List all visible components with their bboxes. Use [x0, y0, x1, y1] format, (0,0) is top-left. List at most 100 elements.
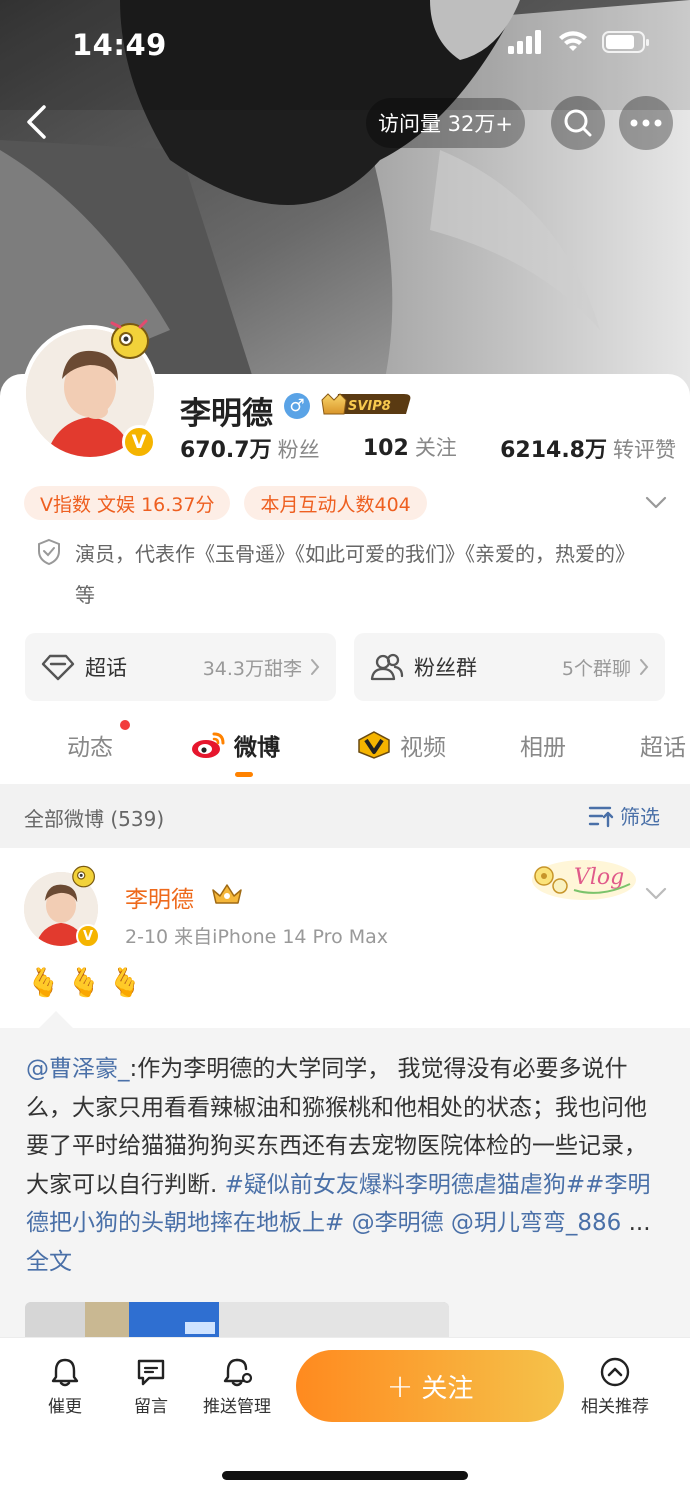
- stat-following[interactable]: 102 关注: [363, 432, 457, 464]
- entry-value: 34.3万甜李: [202, 657, 302, 680]
- post-avatar[interactable]: V: [24, 865, 100, 948]
- gender-male-icon: ♂: [284, 393, 310, 419]
- tab-video[interactable]: 视频: [356, 728, 446, 762]
- svip-badge[interactable]: SVIP8: [320, 390, 414, 418]
- bottom-label: 相关推荐: [581, 1397, 649, 1417]
- stat-followers[interactable]: 670.7万 粉丝: [180, 432, 320, 464]
- vlog-label: Vlog: [574, 865, 624, 890]
- more-options-button[interactable]: [619, 96, 673, 150]
- mention-link[interactable]: @曹泽豪_: [26, 1056, 130, 1082]
- follow-label: 关注: [421, 1373, 474, 1404]
- tab-label: 超话: [640, 735, 686, 761]
- visit-count: 访问量 32万+: [366, 98, 525, 148]
- bell-icon: [51, 1358, 79, 1387]
- bottom-label: 留言: [134, 1397, 168, 1417]
- notification-dot: [120, 720, 130, 730]
- message-button[interactable]: 留言: [106, 1356, 196, 1417]
- search-icon: [564, 109, 592, 137]
- comment-icon: [137, 1359, 165, 1386]
- cellular-signal-icon: [508, 30, 541, 54]
- bottom-label: 催更: [48, 1397, 82, 1417]
- repost-notch: [39, 1011, 73, 1045]
- status-icons: [508, 30, 650, 54]
- stat-label: 转评赞: [613, 438, 676, 462]
- expand-profile-chevron-down-icon[interactable]: [644, 493, 668, 511]
- wifi-icon: [559, 31, 587, 51]
- battery-icon: [602, 31, 649, 53]
- group-icon: [370, 653, 404, 681]
- svip-label: SVIP8: [348, 399, 391, 414]
- ellipsis: ...: [621, 1210, 651, 1236]
- status-time: 14:49: [72, 28, 167, 62]
- full-text-link[interactable]: 全文: [26, 1249, 72, 1275]
- profile-avatar[interactable]: V: [22, 319, 158, 461]
- stat-value: 670.7万: [180, 438, 272, 463]
- diamond-icon: [41, 654, 75, 681]
- chevron-up-circle-icon: [600, 1357, 630, 1387]
- entry-label: 超话: [85, 656, 127, 680]
- avatar-pendant-icon: [110, 319, 149, 359]
- interaction-count-tag[interactable]: 本月互动人数404: [244, 486, 427, 520]
- filter-bar: 全部微博 (539) 筛选: [0, 784, 690, 848]
- entry-label: 粉丝群: [414, 656, 477, 680]
- tab-label: 视频: [400, 735, 446, 761]
- bottom-action-bar: 催更 留言 推送管理 + 关注 相关推荐: [0, 1337, 690, 1493]
- chevron-left-icon: [27, 105, 46, 139]
- chevron-right-icon: [640, 659, 649, 675]
- tab-label: 相册: [520, 735, 566, 761]
- tab-weibo[interactable]: 微博: [190, 728, 280, 762]
- post-options-chevron-down-icon[interactable]: [644, 884, 668, 902]
- stat-value: 6214.8万: [500, 438, 607, 463]
- hashtag-link[interactable]: #疑似前女友爆料李明德虐猫虐狗#: [225, 1172, 586, 1198]
- tab-label: 动态: [67, 735, 113, 761]
- search-button[interactable]: [551, 96, 605, 150]
- active-tab-indicator: [235, 772, 253, 777]
- filter-label: 筛选: [620, 805, 660, 829]
- profile-tabs: 动态 微博 视频 相册 超话: [0, 712, 690, 784]
- weibo-icon: [192, 732, 225, 758]
- v-index-tag[interactable]: V指数 文娱 16.37分: [24, 486, 231, 520]
- more-dots-icon: [630, 119, 662, 127]
- chevron-right-icon: [311, 659, 320, 675]
- fan-group-entry[interactable]: 粉丝群 5个群聊: [354, 633, 665, 701]
- tab-super-topic[interactable]: 超话: [640, 728, 686, 762]
- stat-label: 关注: [414, 436, 457, 460]
- profile-stats: 670.7万 粉丝 102 关注 6214.8万 转评赞: [180, 432, 676, 464]
- repost-text: @曹泽豪_:作为李明德的大学同学， 我觉得没有必要多说什么，大家只用看看辣椒油和…: [26, 1050, 662, 1281]
- related-recommend-button[interactable]: 相关推荐: [570, 1356, 660, 1417]
- profile-tags: V指数 文娱 16.37分 本月互动人数404: [24, 486, 427, 520]
- verified-badge: V: [122, 425, 156, 459]
- tab-album[interactable]: 相册: [520, 728, 566, 762]
- shield-icon: [38, 538, 60, 566]
- plus-icon: +: [386, 1367, 414, 1405]
- profile-bio: 演员，代表作《玉骨遥》《如此可爱的我们》《亲爱的，热爱的》等: [75, 542, 635, 607]
- stat-interactions[interactable]: 6214.8万 转评赞: [500, 432, 676, 464]
- stat-label: 粉丝: [277, 438, 320, 462]
- post-meta: 2-10 来自iPhone 14 Pro Max: [125, 926, 389, 948]
- vlog-sticker-icon: Vlog: [532, 860, 636, 900]
- entry-value: 5个群聊: [561, 657, 631, 680]
- video-icon: [358, 731, 390, 759]
- text-space: [444, 1210, 451, 1236]
- mention-link[interactable]: @李明德: [352, 1210, 444, 1236]
- post-author-name[interactable]: 李明德: [125, 880, 194, 914]
- post-content: 🫰🫰🫰: [26, 966, 149, 999]
- crown-icon: [212, 884, 242, 904]
- all-weibo-count[interactable]: 全部微博 (539): [24, 803, 164, 832]
- post-verified-badge: V: [76, 924, 100, 948]
- text-space: [344, 1210, 351, 1236]
- status-bar: 14:49: [0, 0, 690, 92]
- home-indicator[interactable]: [222, 1471, 468, 1480]
- filter-icon: [588, 806, 614, 827]
- follow-button[interactable]: + 关注: [296, 1350, 564, 1422]
- bell-settings-icon: [223, 1358, 253, 1387]
- profile-name: 李明德: [180, 396, 273, 432]
- filter-button[interactable]: 筛选: [588, 801, 660, 830]
- back-button[interactable]: [14, 100, 58, 144]
- remind-update-button[interactable]: 催更: [20, 1356, 110, 1417]
- tab-label: 微博: [234, 735, 280, 761]
- tab-dynamic[interactable]: 动态: [67, 728, 113, 762]
- mention-link[interactable]: @玥儿弯弯_886: [451, 1210, 621, 1236]
- super-topic-entry[interactable]: 超话 34.3万甜李: [25, 633, 336, 701]
- push-settings-button[interactable]: 推送管理: [192, 1356, 282, 1417]
